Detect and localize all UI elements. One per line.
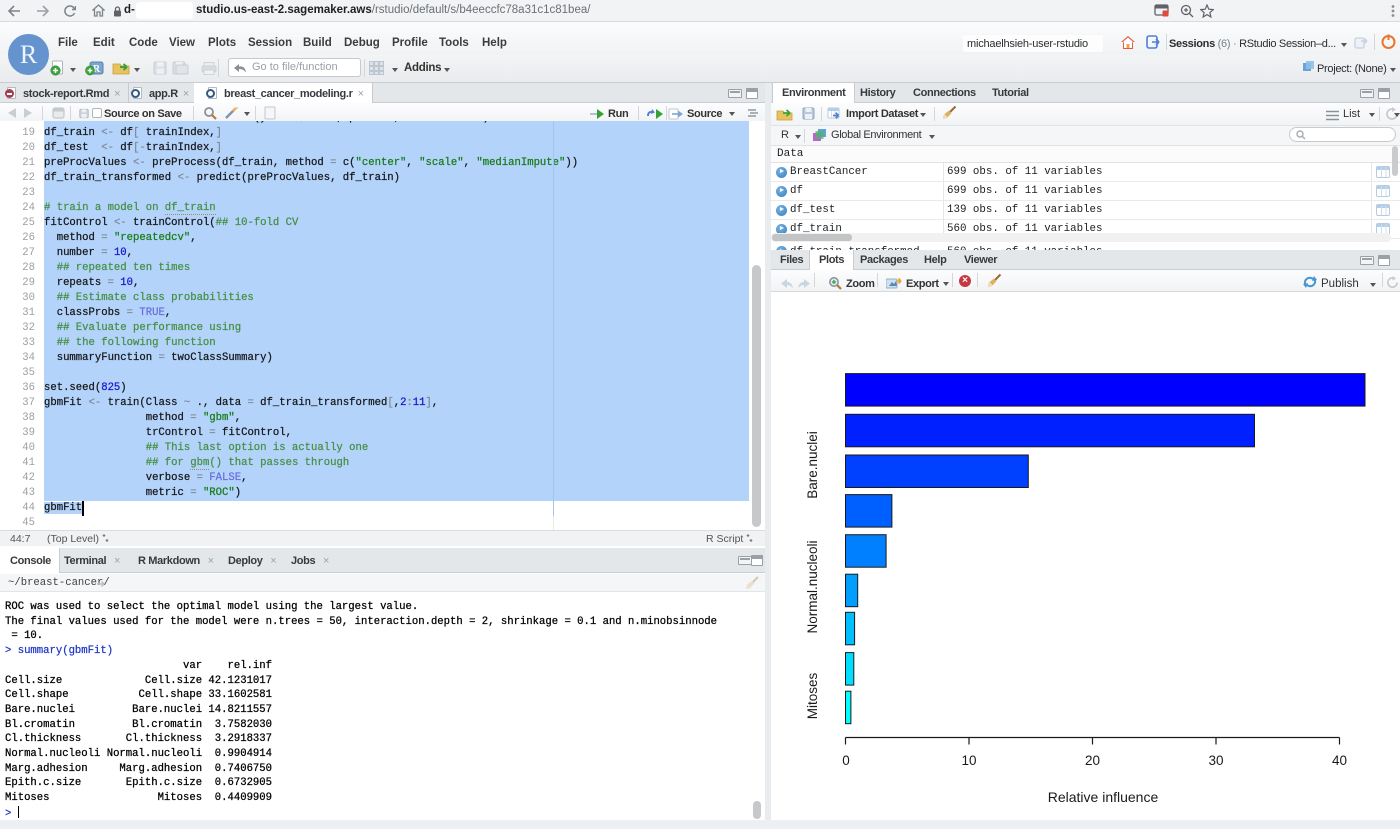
svg-text:Normal.nucleoli: Normal.nucleoli	[805, 540, 820, 633]
svg-text:0: 0	[842, 753, 850, 768]
svg-text:Mitoses: Mitoses	[805, 672, 820, 719]
svg-text:10: 10	[961, 753, 976, 768]
svg-text:Bare.nuclei: Bare.nuclei	[805, 431, 820, 499]
svg-text:30: 30	[1208, 753, 1223, 768]
svg-text:Relative influence: Relative influence	[1048, 789, 1159, 805]
svg-text:20: 20	[1085, 753, 1100, 768]
svg-text:40: 40	[1332, 753, 1347, 768]
